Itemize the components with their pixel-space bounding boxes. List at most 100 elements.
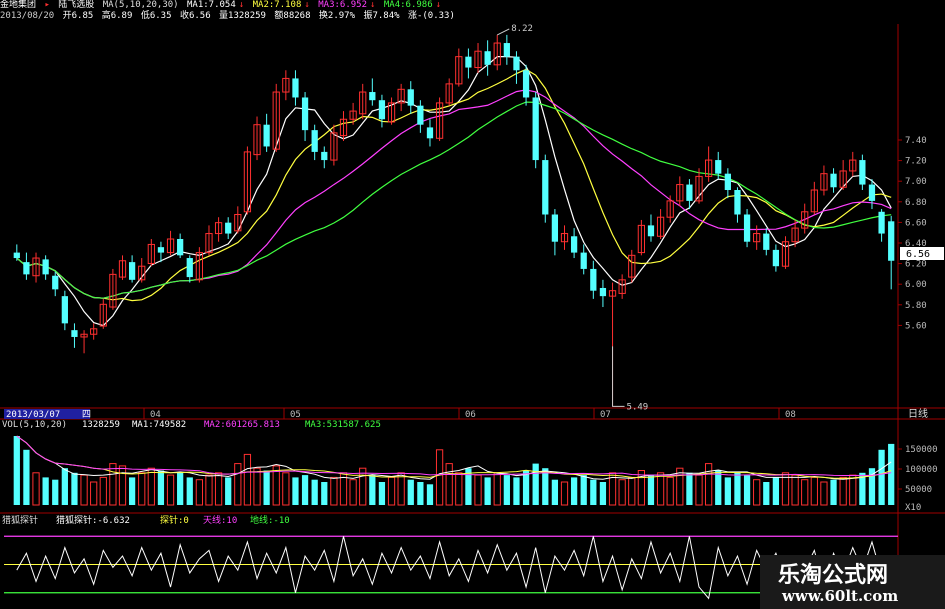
volume-bar[interactable] <box>99 476 107 506</box>
candle-body[interactable] <box>647 225 655 237</box>
volume-bar[interactable] <box>263 470 270 506</box>
candle-body[interactable] <box>763 233 770 250</box>
volume-bar[interactable] <box>118 465 127 506</box>
volume-bar[interactable] <box>484 477 491 505</box>
candle-body[interactable] <box>417 105 424 125</box>
candle-body[interactable] <box>177 238 184 256</box>
volume-bar[interactable] <box>52 479 59 505</box>
volume-bar[interactable] <box>61 468 68 505</box>
candle-body[interactable] <box>225 222 232 234</box>
candle-body[interactable] <box>724 173 731 191</box>
volume-bar[interactable] <box>570 477 578 505</box>
candle-body[interactable] <box>580 252 587 269</box>
candle-body[interactable] <box>772 249 780 267</box>
candle-body[interactable] <box>859 160 866 185</box>
candle-body[interactable] <box>71 330 78 337</box>
volume-bar[interactable] <box>205 474 213 506</box>
candle-body[interactable] <box>830 173 837 188</box>
candle-body[interactable] <box>321 151 328 161</box>
candle-body[interactable] <box>715 160 722 174</box>
volume-bar[interactable] <box>32 472 40 506</box>
volume-bar[interactable] <box>724 477 731 505</box>
candle-body[interactable] <box>465 56 472 68</box>
volume-bar[interactable] <box>166 474 175 506</box>
volume-bar[interactable] <box>90 481 98 506</box>
volume-bar[interactable] <box>628 476 636 506</box>
volume-bar[interactable] <box>839 476 847 506</box>
volume-bar[interactable] <box>695 474 703 506</box>
candle-body[interactable] <box>13 252 20 259</box>
volume-bar[interactable] <box>580 475 587 505</box>
candle-body[interactable] <box>186 258 193 278</box>
volume-bar[interactable] <box>656 472 665 506</box>
candle-body[interactable] <box>369 92 376 101</box>
volume-bar[interactable] <box>71 472 78 505</box>
volume-bar[interactable] <box>801 479 809 506</box>
volume-bar[interactable] <box>417 482 424 505</box>
volume-bar[interactable] <box>407 479 414 505</box>
candle-body[interactable] <box>484 51 491 65</box>
volume-bar[interactable] <box>503 475 510 505</box>
candle-body[interactable] <box>743 214 751 242</box>
volume-bar[interactable] <box>378 482 386 505</box>
candle-body[interactable] <box>532 97 539 161</box>
volume-bar[interactable] <box>42 477 49 505</box>
volume-bar[interactable] <box>791 474 799 506</box>
candle-body[interactable] <box>734 190 741 215</box>
volume-bar[interactable] <box>532 463 539 505</box>
volume-bar[interactable] <box>647 475 655 505</box>
candle-body[interactable] <box>23 262 30 275</box>
volume-bar[interactable] <box>888 443 895 505</box>
volume-bar[interactable] <box>157 470 165 506</box>
candle-body[interactable] <box>590 268 597 291</box>
volume-bar[interactable] <box>560 481 569 506</box>
volume-bar[interactable] <box>426 484 434 505</box>
volume-bar[interactable] <box>618 479 626 506</box>
volume-bar[interactable] <box>128 477 136 505</box>
volume-bar[interactable] <box>397 472 405 506</box>
volume-bar[interactable] <box>330 476 338 506</box>
volume-bar[interactable] <box>177 472 184 505</box>
volume-bar[interactable] <box>23 449 30 505</box>
volume-bar[interactable] <box>147 467 155 506</box>
candle-body[interactable] <box>888 221 895 261</box>
candle-body[interactable] <box>878 211 885 234</box>
volume-bar[interactable] <box>234 463 242 506</box>
candle-body[interactable] <box>311 130 318 152</box>
volume-bar[interactable] <box>243 453 252 506</box>
candle-body[interactable] <box>52 275 59 290</box>
candle-body[interactable] <box>426 127 434 139</box>
candle-body[interactable] <box>503 43 510 57</box>
volume-bar[interactable] <box>551 479 559 505</box>
volume-bar[interactable] <box>743 475 751 505</box>
volume-bar[interactable] <box>445 463 453 506</box>
candle-body[interactable] <box>157 247 165 253</box>
volume-bar[interactable] <box>590 479 597 505</box>
volume-bar[interactable] <box>734 472 741 505</box>
candle-body[interactable] <box>599 287 607 297</box>
volume-bar[interactable] <box>810 476 818 506</box>
volume-bar[interactable] <box>666 476 674 506</box>
volume-bar[interactable] <box>369 475 376 505</box>
volume-bar[interactable] <box>753 479 761 506</box>
volume-bar[interactable] <box>772 477 780 505</box>
volume-bar[interactable] <box>301 475 309 505</box>
volume-bar[interactable] <box>705 463 713 506</box>
volume-bar[interactable] <box>282 472 290 506</box>
volume-bar[interactable] <box>686 472 693 505</box>
volume-bar[interactable] <box>195 479 203 506</box>
volume-bar[interactable] <box>435 449 444 506</box>
candle-body[interactable] <box>868 184 876 201</box>
volume-bar[interactable] <box>493 472 501 506</box>
candle-body[interactable] <box>42 259 49 275</box>
volume-bar[interactable] <box>474 474 482 506</box>
volume-bar[interactable] <box>225 477 232 505</box>
volume-bar[interactable] <box>599 482 607 505</box>
candle-body[interactable] <box>551 214 559 242</box>
volume-bar[interactable] <box>830 479 837 505</box>
volume-bar[interactable] <box>878 449 885 505</box>
volume-bar[interactable] <box>820 481 828 506</box>
volume-bar[interactable] <box>253 467 261 506</box>
volume-bar[interactable] <box>522 470 530 506</box>
candle-body[interactable] <box>263 124 270 147</box>
